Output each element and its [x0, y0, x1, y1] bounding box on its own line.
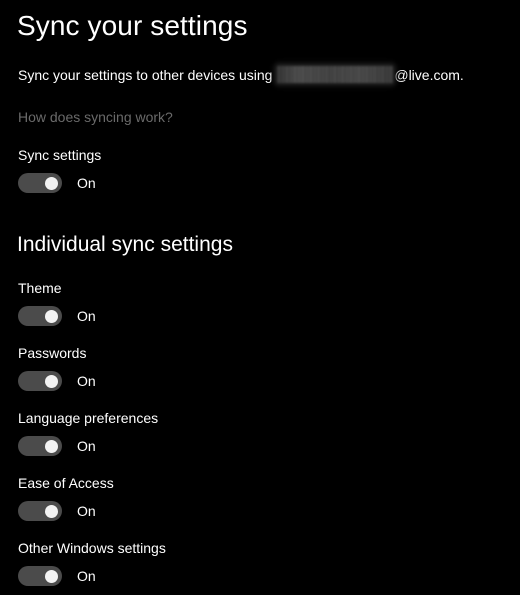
setting-label-language-preferences: Language preferences — [18, 410, 159, 426]
toggle-knob — [45, 504, 58, 518]
account-description-prefix: Sync your settings to other devices usin… — [18, 67, 277, 83]
toggle-state-theme: On — [77, 308, 96, 324]
sync-settings-page: Sync your settings Sync your settings to… — [0, 0, 520, 595]
toggle-theme[interactable] — [18, 306, 62, 326]
toggle-row-theme: On — [18, 306, 96, 326]
toggle-row-other-windows-settings: On — [18, 566, 166, 586]
toggle-state-passwords: On — [77, 373, 96, 389]
toggle-passwords[interactable] — [18, 371, 62, 391]
toggle-row-passwords: On — [18, 371, 96, 391]
setting-label-passwords: Passwords — [18, 345, 87, 361]
account-description-suffix: @live.com. — [394, 67, 464, 83]
toggle-row-ease-of-access: On — [18, 501, 114, 521]
page-title: Sync your settings — [17, 10, 248, 41]
toggle-row-sync-settings: On — [18, 173, 101, 193]
toggle-language-preferences[interactable] — [18, 436, 62, 456]
toggle-knob — [45, 176, 58, 190]
how-does-syncing-work-link[interactable]: How does syncing work? — [18, 109, 173, 125]
toggle-state-other-windows-settings: On — [77, 568, 96, 584]
toggle-knob — [45, 309, 58, 323]
setting-label-sync-settings: Sync settings — [18, 147, 102, 163]
setting-ease-of-access: Ease of Access On — [18, 475, 114, 521]
redacted-account-box — [277, 66, 394, 83]
toggle-ease-of-access[interactable] — [18, 501, 62, 521]
setting-language-preferences: Language preferences On — [18, 410, 158, 456]
toggle-state-language-preferences: On — [77, 438, 96, 454]
toggle-state-ease-of-access: On — [77, 503, 96, 519]
section-heading-individual-sync-settings: Individual sync settings — [17, 233, 233, 256]
toggle-knob — [45, 374, 58, 388]
toggle-sync-settings[interactable] — [18, 173, 62, 193]
setting-label-ease-of-access: Ease of Access — [18, 475, 114, 491]
account-description: Sync your settings to other devices usin… — [18, 63, 464, 83]
toggle-knob — [45, 439, 58, 453]
setting-theme: Theme On — [18, 280, 96, 326]
setting-label-theme: Theme — [18, 280, 62, 296]
setting-sync-settings: Sync settings On — [18, 147, 101, 193]
setting-other-windows-settings: Other Windows settings On — [18, 540, 166, 586]
toggle-row-language-preferences: On — [18, 436, 158, 456]
setting-passwords: Passwords On — [18, 345, 96, 391]
toggle-knob — [45, 569, 58, 583]
toggle-state-sync-settings: On — [77, 175, 96, 191]
toggle-other-windows-settings[interactable] — [18, 566, 62, 586]
setting-label-other-windows-settings: Other Windows settings — [18, 540, 166, 556]
